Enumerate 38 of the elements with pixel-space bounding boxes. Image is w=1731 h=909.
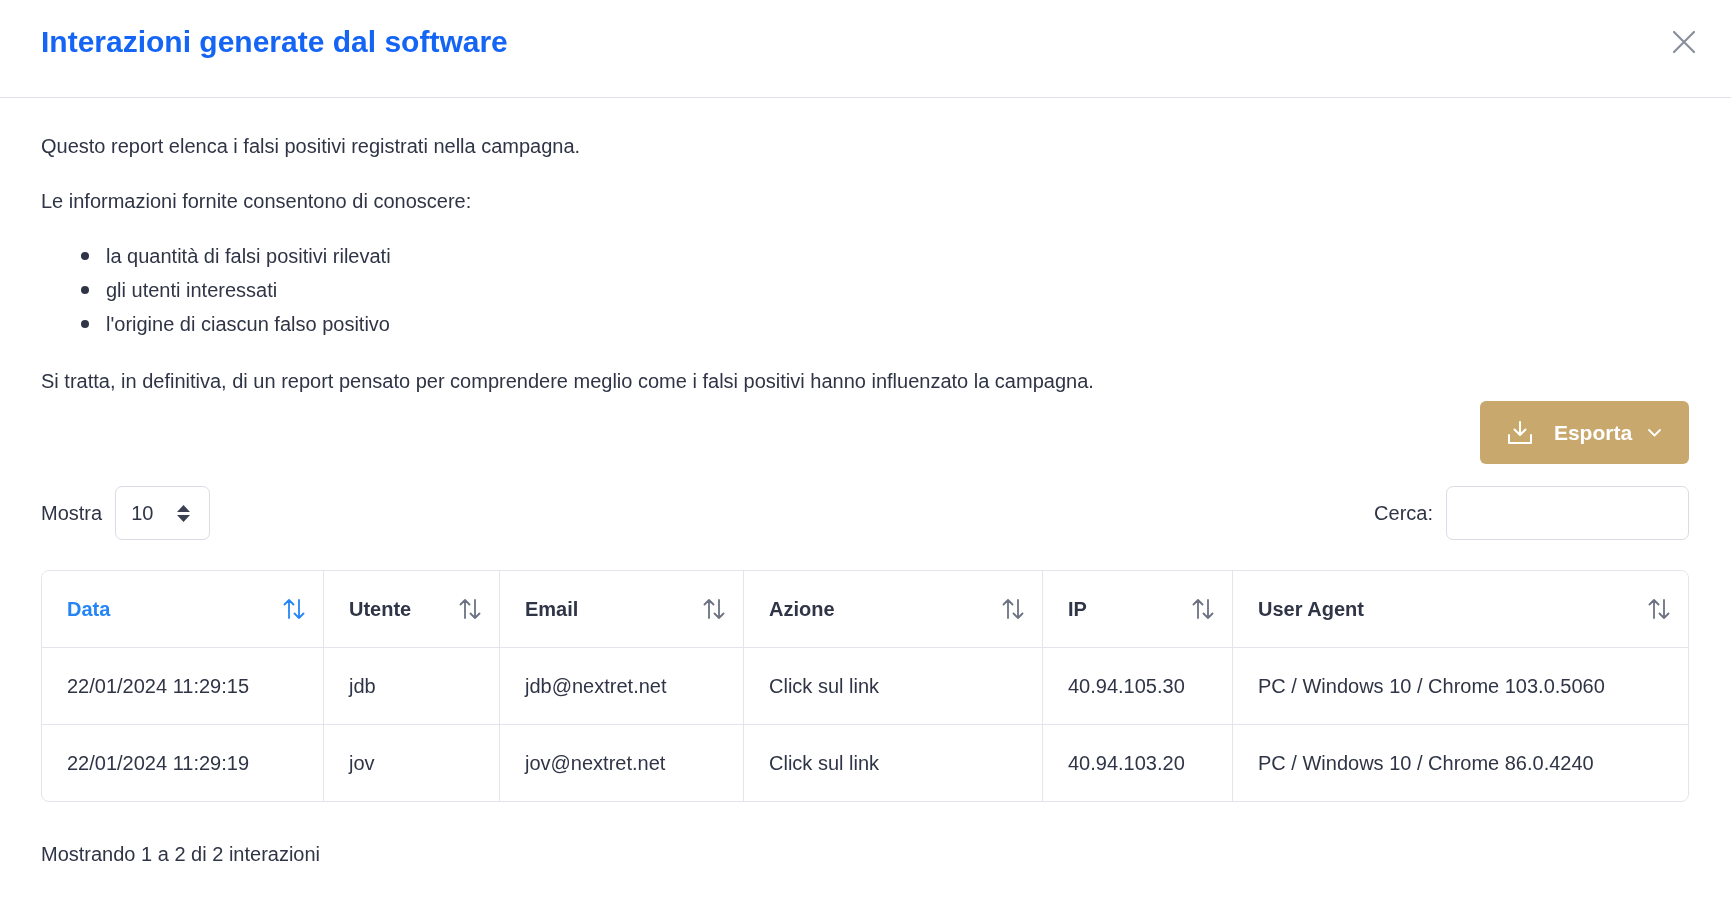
sort-arrows-icon [1002,599,1024,619]
lead-text: Le informazioni fornite consentono di conoscere: [41,189,473,214]
table-cell: 40.94.105.30 [1042,648,1232,724]
sort-arrows-icon [703,599,725,619]
page-size-select[interactable]: 10 [115,486,211,540]
dialog-title: Interazioni generate dal software [41,24,508,59]
table-cell: PC / Windows 10 / Chrome 103.0.5060 [1232,648,1688,724]
bullet-icon [81,320,89,328]
table-cell: jov [323,725,499,801]
close-icon[interactable] [1672,29,1696,54]
summary-text: Si tratta, in definitiva, di un report pensato per comprendere meglio come i falsi positivi hanno influenzato la campagna. [41,369,1095,394]
table-cell: jov@nextret.net [499,725,743,801]
table-cell: 40.94.103.20 [1042,725,1232,801]
download-icon [1507,420,1532,445]
table-cell: Click sul link [743,725,1042,801]
list-item-text: l'origine di ciascun falso positivo [106,312,390,336]
sort-arrows-icon [1648,599,1670,619]
intro-text: Questo report elenca i falsi positivi registrati nella campagna. [41,134,582,159]
sort-arrows-icon [459,599,481,619]
list-item-text: la quantità di falsi positivi rilevati [106,244,391,268]
table-cell: PC / Windows 10 / Chrome 86.0.4240 [1232,725,1688,801]
table-cell: Click sul link [743,648,1042,724]
table-info-text: Mostrando 1 a 2 di 2 interazioni [41,842,322,867]
bullet-icon [81,286,89,294]
search-field[interactable] [1446,486,1689,540]
search-label: Cerca: [1374,501,1433,525]
table-cell-text: 22/01/2024 11:29:19 [66,750,251,776]
table-cell-text: 22/01/2024 11:29:15 [66,673,251,699]
sort-arrows-icon [1192,599,1214,619]
chevron-down-icon [1648,428,1662,437]
list-item-text: gli utenti interessati [106,278,278,302]
table-cell: jdb [323,648,499,724]
show-label: Mostra [41,501,103,525]
sort-arrows-icon [283,599,305,619]
table-cell: jdb@nextret.net [499,648,743,724]
bullet-icon [81,252,89,260]
up-down-caret-icon [177,504,191,522]
column-header[interactable]: User Agent [1232,571,1688,647]
